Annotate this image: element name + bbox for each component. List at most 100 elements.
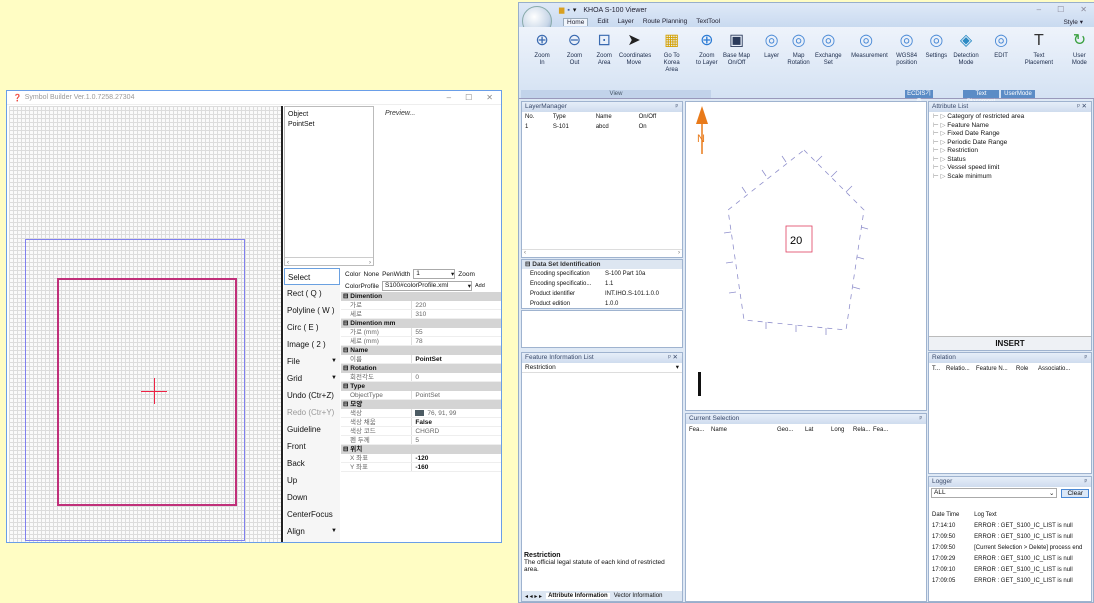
select-button[interactable]: Select	[284, 268, 340, 285]
property-value[interactable]: 5	[411, 436, 501, 444]
close-button[interactable]: ✕	[1080, 5, 1087, 14]
back-button[interactable]: Back	[284, 455, 340, 472]
property-grid[interactable]: ⊟ Dimention 가로 220 세로 310 ⊟ Dimention mm 가로 (m…	[341, 292, 501, 472]
property-value[interactable]: 0	[411, 373, 501, 381]
attribute-item[interactable]: ⊢ ▷ Scale minimum	[933, 173, 1087, 182]
column-header[interactable]: Associatio...	[1038, 366, 1078, 372]
ribbon-button-8[interactable]: ◎ Map Rotation	[784, 31, 814, 67]
property-category[interactable]: ⊟ Type	[341, 382, 501, 391]
color-none[interactable]: None	[364, 271, 380, 278]
column-header[interactable]: Role	[1016, 366, 1038, 372]
property-row[interactable]: 색상 76, 91, 99	[341, 409, 501, 418]
penwidth-select[interactable]: 1 ▾	[413, 269, 456, 279]
feature-select[interactable]: Restriction ▾	[522, 363, 682, 373]
clear-button[interactable]: Clear	[1061, 488, 1089, 498]
table-row[interactable]: 1 S-101 abcd On	[522, 122, 682, 132]
tab-attribute-information[interactable]: Attribute Information	[546, 593, 610, 599]
attribute-item[interactable]: ⊢ ▷ Feature Name	[933, 122, 1087, 131]
maximize-button[interactable]: ☐	[465, 93, 472, 102]
property-row[interactable]: 가로 (mm) 55	[341, 328, 501, 337]
property-value[interactable]: 220	[411, 301, 501, 309]
zoom-button[interactable]: Zoom	[458, 271, 475, 278]
log-row[interactable]: 17:14:10 ERROR : GET_S100_IC_LIST is null	[929, 520, 1091, 531]
scrollbar[interactable]: ‹ ›	[285, 257, 373, 266]
log-row[interactable]: 17:09:29 ERROR : GET_S100_IC_LIST is null	[929, 553, 1091, 564]
property-row[interactable]: Y 좌표 -160	[341, 463, 501, 472]
ribbon-button-12[interactable]: ◎ Settings	[921, 31, 951, 60]
column-header[interactable]: Long	[831, 427, 853, 433]
property-row[interactable]: 펜 두께 5	[341, 436, 501, 445]
table-row[interactable]: Product edition 1.0.0	[522, 299, 682, 308]
add-button[interactable]: Add	[475, 283, 485, 289]
minimize-button[interactable]: –	[1037, 5, 1041, 14]
maximize-button[interactable]: ☐	[1057, 5, 1064, 14]
column-header[interactable]: T...	[932, 366, 946, 372]
property-row[interactable]: 회전각도 0	[341, 373, 501, 382]
attribute-item[interactable]: ⊢ ▷ Fixed Date Range	[933, 130, 1087, 139]
property-row[interactable]: ObjectType PointSet	[341, 391, 501, 400]
map-view[interactable]: N 20	[685, 101, 927, 411]
ribbon-button-4[interactable]: ▦ Go To Korea Area	[657, 31, 687, 74]
column-header[interactable]: Feature N...	[976, 366, 1016, 372]
front-button[interactable]: Front	[284, 438, 340, 455]
tab-nav-arrows[interactable]: ◂ ◂ ▸ ▸	[525, 593, 542, 600]
property-value[interactable]: CHGRD	[411, 427, 501, 435]
attribute-item[interactable]: ⊢ ▷ Status	[933, 156, 1087, 165]
ribbon-button-15[interactable]: T Text Placement	[1024, 31, 1054, 67]
log-row[interactable]: 17:09:10 ERROR : GET_S100_IC_LIST is null	[929, 564, 1091, 575]
ribbon-button-1[interactable]: ⊖ Zoom Out	[560, 31, 590, 67]
property-value[interactable]: PointSet	[411, 391, 501, 399]
property-row[interactable]: X 좌표 -120	[341, 454, 501, 463]
tab-texttool[interactable]: TextTool	[696, 18, 720, 26]
property-category[interactable]: ⊟ Dimention mm	[341, 319, 501, 328]
align-menu[interactable]: Align ▼	[284, 523, 340, 540]
point-set-rect[interactable]	[57, 278, 237, 506]
image-button[interactable]: Image ( 2 )	[284, 336, 340, 353]
list-item[interactable]: PointSet	[288, 120, 370, 130]
style-menu[interactable]: Style ▾	[1063, 18, 1083, 26]
insert-button[interactable]: INSERT	[929, 336, 1091, 350]
column-header[interactable]: Name	[711, 427, 777, 433]
colorprofile-select[interactable]: S100#colorProfile.xml ▾	[381, 281, 472, 291]
save-icon[interactable]: ▪	[567, 7, 569, 14]
close-icon[interactable]: ᵖ ✕	[1077, 102, 1091, 112]
down-button[interactable]: Down	[284, 489, 340, 506]
column-header[interactable]: Relatio...	[946, 366, 976, 372]
ribbon-button-11[interactable]: ◎ WGS84 position	[892, 31, 922, 67]
property-category[interactable]: ⊟ Name	[341, 346, 501, 355]
log-filter-select[interactable]: ALL ⌄	[931, 488, 1058, 498]
close-button[interactable]: ✕	[486, 93, 493, 102]
property-category[interactable]: ⊟ Dimention	[341, 292, 501, 301]
centerfocus-button[interactable]: CenterFocus	[284, 506, 340, 523]
column-header[interactable]: Geo...	[777, 427, 805, 433]
property-value[interactable]: -120	[411, 454, 501, 462]
ribbon-button-0[interactable]: ⊕ Zoom In	[527, 31, 557, 67]
pin-icon[interactable]: ᵖ	[1085, 477, 1091, 487]
ribbon-button-3[interactable]: ➤ Coordinates Move	[619, 31, 651, 67]
tab-home[interactable]: Home	[563, 18, 589, 26]
circ-button[interactable]: Circ ( E )	[284, 319, 340, 336]
property-row[interactable]: 색상 채움 False	[341, 418, 501, 427]
grid-menu[interactable]: Grid ▼	[284, 370, 340, 387]
log-row[interactable]: 17:09:50 ERROR : GET_S100_IC_LIST is null	[929, 531, 1091, 542]
attribute-item[interactable]: ⊢ ▷ Restriction	[933, 147, 1087, 156]
attribute-item[interactable]: ⊢ ▷ Vessel speed limit	[933, 164, 1087, 173]
property-value[interactable]: 76, 91, 99	[411, 409, 501, 417]
ribbon-button-7[interactable]: ◎ Layer	[757, 31, 787, 60]
log-row[interactable]: 17:09:05 ERROR : GET_S100_IC_LIST is null	[929, 575, 1091, 586]
column-header[interactable]: Fea...	[873, 427, 895, 433]
object-list[interactable]: Object PointSet ‹ ›	[284, 106, 374, 266]
property-row[interactable]: 색상 코드 CHGRD	[341, 427, 501, 436]
scrollbar[interactable]: ‹ ›	[522, 249, 682, 257]
ribbon-button-2[interactable]: ⊡ Zoom Area	[589, 31, 619, 67]
property-row[interactable]: 가로 220	[341, 301, 501, 310]
rect-button[interactable]: Rect ( Q )	[284, 285, 340, 302]
property-value[interactable]: 55	[411, 328, 501, 336]
table-row[interactable]: Product identifier INT.IHO.S-101.1.0.0	[522, 289, 682, 299]
ribbon-button-13[interactable]: ◈ Detection Mode	[951, 31, 981, 67]
property-value[interactable]: 78	[411, 337, 501, 345]
close-icon[interactable]: ᵖ ✕	[668, 353, 682, 363]
ribbon-button-9[interactable]: ◎ Exchange Set	[813, 31, 843, 67]
dropdown-arrow-icon[interactable]: ▾	[573, 6, 577, 14]
ribbon-button-10[interactable]: ◎ Measurement	[851, 31, 888, 60]
